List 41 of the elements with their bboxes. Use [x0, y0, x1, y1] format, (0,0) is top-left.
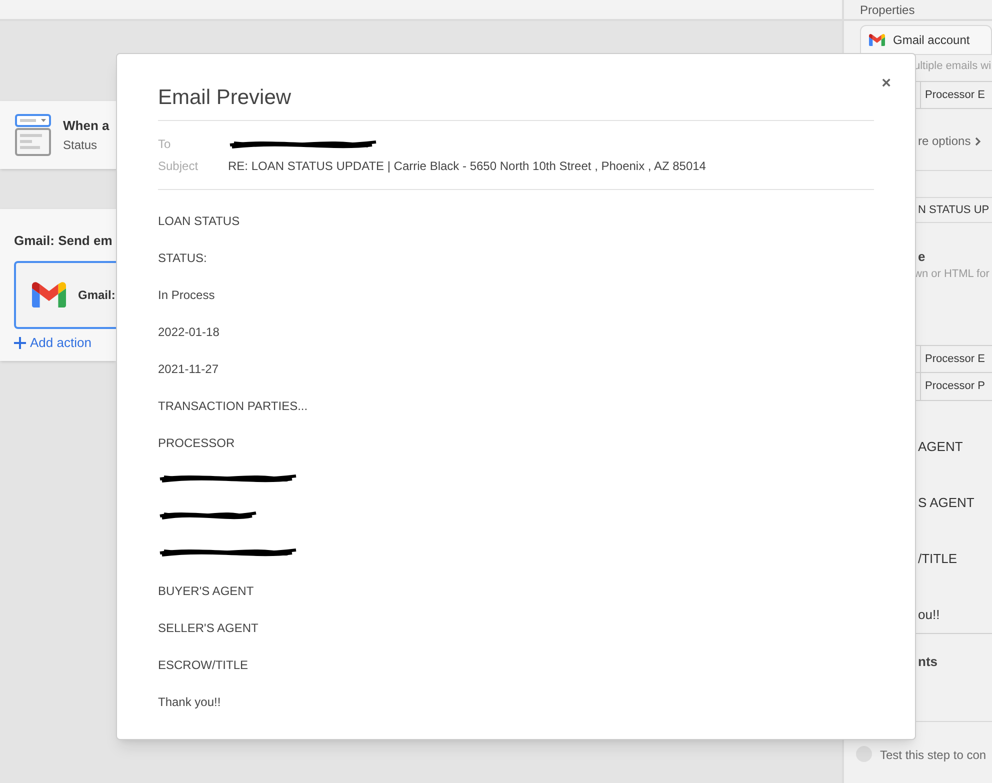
- field-label: e: [918, 249, 926, 264]
- field-label: To: [158, 136, 172, 152]
- body-text: In Process: [158, 286, 215, 304]
- body-text: AGENT: [918, 439, 963, 454]
- step-title: When a: [63, 117, 110, 136]
- panel-title: Properties: [860, 2, 915, 19]
- form-icon: [15, 114, 51, 156]
- more-options-link[interactable]: re options: [918, 132, 981, 150]
- body-text: PROCESSOR: [158, 434, 235, 452]
- plus-icon: [14, 336, 26, 349]
- table-cell: Processor E: [920, 346, 985, 372]
- body-text: Thank you!!: [158, 694, 221, 710]
- subject-text: RE: LOAN STATUS UPDATE | Carrie Black - 5650 North 10th Street , Phoenix , AZ 85014: [228, 158, 706, 174]
- body-text: SELLER'S AGENT: [158, 620, 258, 636]
- app-tile[interactable]: Gmail:: [14, 261, 116, 329]
- body-text: STATUS:: [158, 250, 207, 266]
- chevron-right-icon: [974, 136, 981, 146]
- body-text: ESCROW/TITLE: [158, 656, 248, 674]
- body-text: TRANSACTION PARTIES...: [158, 398, 308, 414]
- test-hint: Test this step to con: [880, 747, 986, 764]
- add-action-button[interactable]: Add action: [14, 333, 92, 352]
- body-text: 2022-01-18: [158, 324, 220, 340]
- body-text: 2021-11-27: [158, 360, 218, 378]
- table-cell: Processor P: [920, 373, 985, 400]
- step-title: Gmail: Send em: [14, 233, 112, 248]
- field-label: Subject: [158, 158, 200, 174]
- body-text: BUYER'S AGENT: [158, 582, 254, 600]
- gmail-logo-icon: [32, 282, 66, 308]
- circle-icon: [856, 746, 872, 762]
- gmail-logo-icon: [869, 34, 885, 46]
- account-tab[interactable]: Gmail account: [860, 25, 992, 55]
- field-value: Processor E: [920, 82, 985, 108]
- dialog-title: Email Preview: [158, 82, 294, 120]
- body-text: LOAN STATUS: [158, 212, 240, 230]
- body-text: ou!!: [918, 607, 940, 622]
- close-button[interactable]: ×: [882, 72, 891, 96]
- field-value: N STATUS UP: [918, 202, 990, 218]
- body-text: /TITLE: [918, 551, 958, 566]
- step-subtitle: Status: [63, 136, 98, 154]
- body-text: S AGENT: [918, 495, 974, 510]
- section-title: nts: [918, 654, 938, 669]
